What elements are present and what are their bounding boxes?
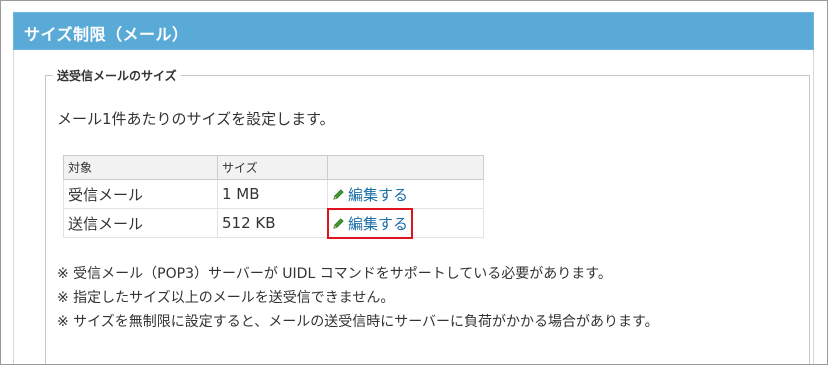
header-action (327, 155, 484, 180)
notes-list: ※ 受信メール（POP3）サーバーが UIDL コマンドをサポートしている必要が… (57, 262, 659, 334)
table-row-receive: 受信メール 1 MB 編集する (63, 179, 484, 209)
window-frame: サイズ制限（メール） 送受信メールのサイズ メール1件あたりのサイズを設定します… (0, 0, 828, 365)
panel-header: サイズ制限（メール） (13, 12, 814, 50)
pencil-icon (333, 217, 344, 229)
cell-action: 編集する (326, 207, 484, 239)
cell-action: 編集する (327, 179, 484, 209)
header-target: 対象 (63, 155, 218, 180)
edit-link-label: 編集する (348, 214, 409, 233)
cell-size: 1 MB (217, 179, 328, 209)
section-description: メール1件あたりのサイズを設定します。 (57, 110, 335, 128)
size-limit-table: 対象 サイズ 受信メール 1 MB 編集する 送信メール 512 KB 編集する (63, 155, 484, 239)
note-uidl: ※ 受信メール（POP3）サーバーが UIDL コマンドをサポートしている必要が… (57, 266, 612, 282)
pencil-icon (333, 188, 344, 200)
table-row-send: 送信メール 512 KB 編集する (63, 207, 484, 239)
note-unlimited: ※ サイズを無制限に設定すると、メールの送受信時にサーバーに負荷がかかる場合があ… (57, 314, 659, 330)
edit-link-label: 編集する (348, 185, 409, 204)
edit-send-size-link[interactable]: 編集する (326, 207, 414, 239)
cell-target: 受信メール (63, 179, 218, 209)
table-header-row: 対象 サイズ (63, 155, 484, 180)
cell-target: 送信メール (63, 208, 218, 238)
header-size: サイズ (217, 155, 328, 180)
edit-receive-size-link[interactable]: 編集する (332, 184, 408, 205)
panel-title: サイズ制限（メール） (24, 25, 189, 44)
cell-size: 512 KB (217, 208, 328, 238)
note-size-limit: ※ 指定したサイズ以上のメールを送受信できません。 (57, 290, 395, 306)
fieldset-legend: 送受信メールのサイズ (53, 67, 181, 84)
